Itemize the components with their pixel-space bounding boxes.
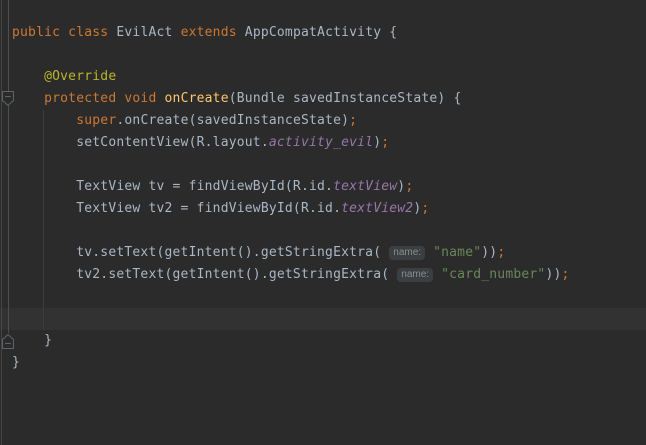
code-token: textView	[333, 179, 397, 194]
code-editor[interactable]: public class EvilAct extends AppCompatAc…	[0, 0, 646, 445]
code-line[interactable]: TextView tv = findViewById(R.id.textView…	[12, 176, 570, 198]
code-line[interactable]: super.onCreate(savedInstanceState);	[12, 110, 570, 132]
code-token: AppCompatActivity {	[245, 25, 398, 40]
class-fold-guide-line	[1, 0, 2, 445]
code-line[interactable]: @Override	[12, 66, 570, 88]
parameter-hint-pill: name:	[389, 246, 425, 260]
code-line[interactable]: public class EvilAct extends AppCompatAc…	[12, 22, 570, 44]
code-token: protected void	[12, 91, 165, 106]
code-token: ;	[405, 179, 413, 194]
code-token: TextView tv = findViewById(R.id.	[12, 179, 333, 194]
code-token: tv2.setText(getIntent().getStringExtra(	[12, 267, 397, 282]
code-token: @Override	[12, 69, 116, 84]
code-token: ))	[481, 245, 497, 260]
code-token: public class	[12, 25, 116, 40]
code-token: (Bundle savedInstanceState) {	[229, 91, 462, 106]
code-line[interactable]: tv.setText(getIntent().getStringExtra( n…	[12, 242, 570, 264]
code-token: ))	[545, 267, 561, 282]
code-lines: public class EvilAct extends AppCompatAc…	[12, 0, 570, 374]
code-line[interactable]: setContentView(R.layout.activity_evil);	[12, 132, 570, 154]
code-token: }	[12, 333, 52, 348]
code-token: activity_evil	[269, 135, 373, 150]
code-line[interactable]	[12, 0, 570, 22]
code-token: ;	[497, 245, 505, 260]
code-token: ;	[381, 135, 389, 150]
method-fold-guide-line	[8, 0, 9, 333]
code-line[interactable]	[12, 286, 570, 308]
code-line[interactable]: tv2.setText(getIntent().getStringExtra( …	[12, 264, 570, 286]
code-line[interactable]: }	[12, 352, 570, 374]
code-token: TextView tv2 = findViewById(R.id.	[12, 201, 341, 216]
code-token: "name"	[433, 245, 481, 260]
code-token: tv.setText(getIntent().getStringExtra(	[12, 245, 389, 260]
code-token	[433, 267, 441, 282]
code-line[interactable]: TextView tv2 = findViewById(R.id.textVie…	[12, 198, 570, 220]
code-token	[425, 245, 433, 260]
code-line[interactable]	[12, 154, 570, 176]
code-token: textView2	[341, 201, 413, 216]
code-token: ;	[349, 113, 357, 128]
code-line[interactable]: protected void onCreate(Bundle savedInst…	[12, 88, 570, 110]
code-token: .onCreate(savedInstanceState)	[116, 113, 349, 128]
code-line[interactable]	[12, 220, 570, 242]
code-token: super	[12, 113, 116, 128]
code-line[interactable]: }	[12, 330, 570, 352]
code-line[interactable]	[12, 44, 570, 66]
code-token: onCreate	[165, 91, 229, 106]
code-token: setContentView(R.layout.	[12, 135, 269, 150]
parameter-hint-pill: name:	[397, 268, 433, 282]
code-token: extends	[181, 25, 245, 40]
code-token: ;	[562, 267, 570, 282]
code-token: ;	[421, 201, 429, 216]
code-token: }	[12, 355, 20, 370]
code-token: EvilAct	[116, 25, 180, 40]
code-token: "card_number"	[441, 267, 545, 282]
code-line[interactable]	[12, 308, 570, 330]
